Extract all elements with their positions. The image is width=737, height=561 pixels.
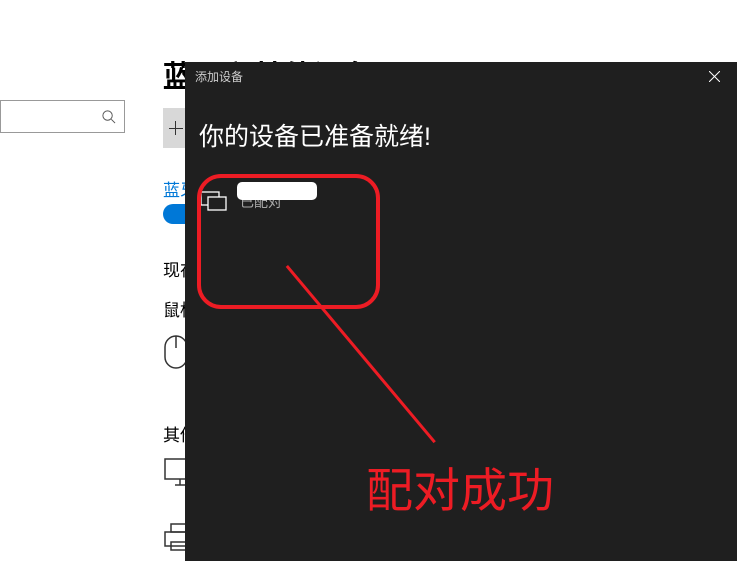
close-button[interactable] [692, 62, 737, 90]
dialog-heading: 你的设备已准备就绪! [199, 117, 431, 153]
search-input[interactable] [0, 100, 125, 133]
annotation-box [197, 174, 380, 309]
annotation-text: 配对成功 [366, 452, 554, 521]
close-icon [709, 71, 720, 82]
dialog-title: 添加设备 [185, 62, 737, 90]
search-icon [101, 109, 116, 124]
